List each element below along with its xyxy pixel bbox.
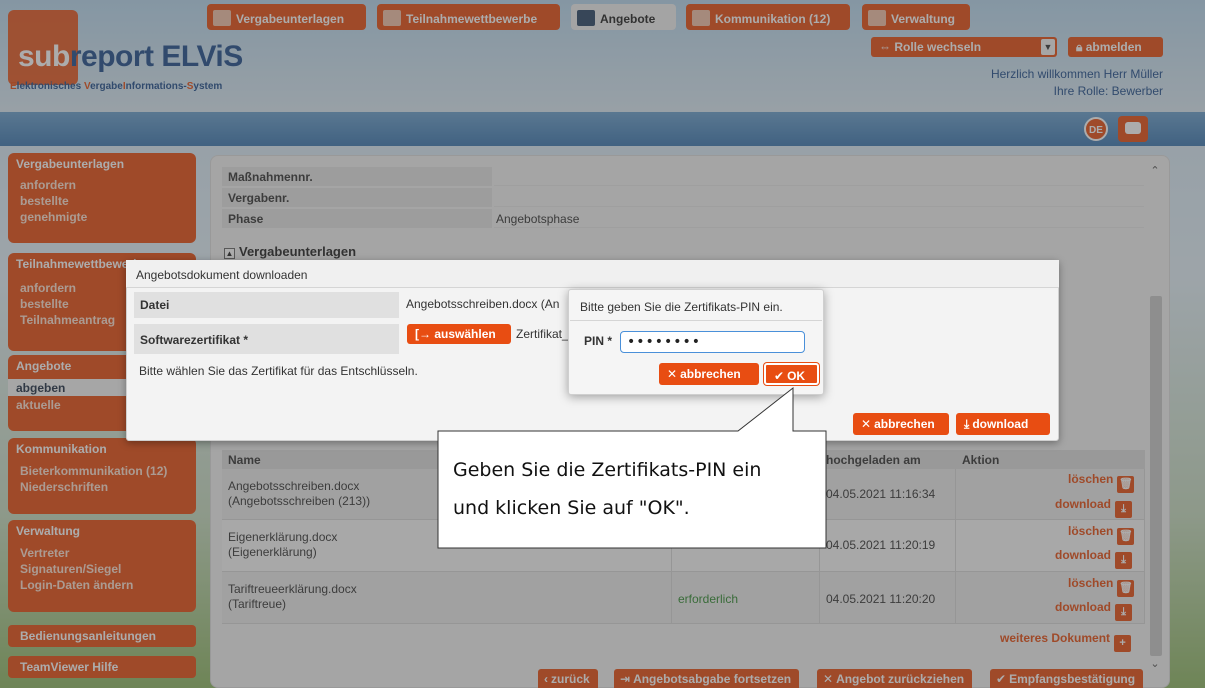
select-label: auswählen [434, 327, 496, 341]
download-dialog-title: Angebotsdokument downloaden [126, 260, 1059, 288]
file-label: Datei [134, 292, 399, 318]
upload-icon: [→ [415, 327, 435, 341]
cancel-label: abbrechen [874, 417, 935, 431]
callout-text: Geben Sie die Zertifikats-PIN ein und kl… [453, 451, 823, 527]
download-confirm-button[interactable]: ⤓ download [956, 413, 1050, 435]
pin-input[interactable] [620, 331, 805, 353]
certificate-name: Zertifikat_ [516, 327, 569, 341]
cancel-label: abbrechen [680, 367, 741, 381]
close-icon: ✕ [861, 417, 872, 431]
download-cancel-button[interactable]: ✕ abbrechen [853, 413, 949, 435]
pin-label: PIN * [584, 334, 613, 348]
callout-line: Geben Sie die Zertifikats-PIN ein [453, 459, 762, 481]
close-icon: ✕ [667, 367, 678, 381]
callout-line: und klicken Sie auf "OK". [453, 497, 690, 519]
ok-label: OK [787, 369, 806, 383]
check-icon: ✔ [774, 369, 785, 383]
certificate-label: Softwarezertifikat * [134, 324, 399, 354]
pin-cancel-button[interactable]: ✕ abbrechen [659, 363, 759, 385]
download-label: download [972, 417, 1029, 431]
certificate-hint: Bitte wählen Sie das Zertifikat für das … [139, 364, 418, 378]
select-certificate-button[interactable]: [→ auswählen [407, 324, 511, 344]
pin-ok-button[interactable]: ✔ OK [764, 363, 819, 385]
download-icon: ⤓ [964, 417, 970, 431]
file-value: Angebotsschreiben.docx (An [406, 297, 560, 311]
pin-dialog-title: Bitte geben Sie die Zertifikats-PIN ein. [570, 291, 822, 321]
